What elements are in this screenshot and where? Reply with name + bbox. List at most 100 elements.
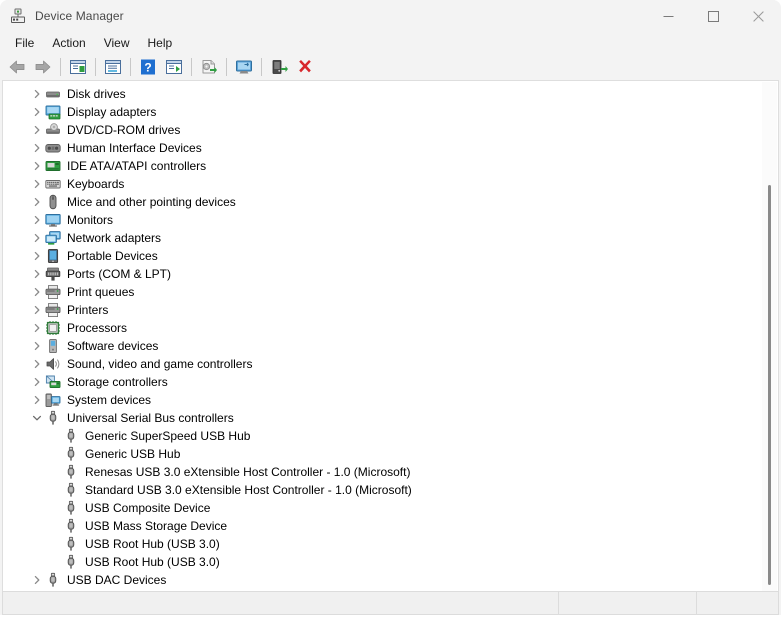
tree-item[interactable]: IDE ATA/ATAPI controllers [3,157,763,175]
minimize-button[interactable] [646,0,691,32]
tree-item[interactable]: Standard USB 3.0 eXtensible Host Control… [3,481,763,499]
tree-item[interactable]: USB Mass Storage Device [3,517,763,535]
tree-item-label: Printers [67,303,109,317]
tree-item-label: Generic SuperSpeed USB Hub [85,429,251,443]
tree-item[interactable]: USB DAC Devices [3,571,763,589]
tree-item[interactable]: Network adapters [3,229,763,247]
menu-file[interactable]: File [6,34,43,52]
disk-drive-icon [45,86,61,102]
tree-item-label: Network adapters [67,231,162,245]
tree-item[interactable]: System devices [3,391,763,409]
usb-icon [45,410,61,426]
tree-item[interactable]: Generic SuperSpeed USB Hub [3,427,763,445]
enable-device-button[interactable] [266,55,292,79]
close-button[interactable] [736,0,781,32]
keyboard-icon [45,176,61,192]
tree-item[interactable]: Display adapters [3,103,763,121]
chevron-right-icon[interactable] [29,301,45,319]
monitor-icon [45,212,61,228]
storage-controller-icon [45,374,61,390]
tree-item[interactable]: Universal Serial Bus controllers [3,409,763,427]
tree-item[interactable]: Monitors [3,211,763,229]
vertical-scrollbar[interactable] [762,82,777,591]
tree-item[interactable]: Human Interface Devices [3,139,763,157]
usb-icon [45,572,61,588]
svg-text:?: ? [144,60,151,74]
chevron-down-icon[interactable] [29,409,45,427]
chevron-right-icon[interactable] [29,175,45,193]
chevron-right-icon[interactable] [29,211,45,229]
tree-item[interactable]: Renesas USB 3.0 eXtensible Host Controll… [3,463,763,481]
dvd-drive-icon [45,122,61,138]
tree-item[interactable]: Ports (COM & LPT) [3,265,763,283]
show-hide-console-tree-button[interactable] [65,55,91,79]
tree-item[interactable]: Portable Devices [3,247,763,265]
update-driver-button[interactable] [196,55,222,79]
scan-for-hardware-changes-button[interactable] [231,55,257,79]
tree-item-label: Portable Devices [67,249,158,263]
back-button[interactable] [4,55,30,79]
portable-device-icon [45,248,61,264]
chevron-right-icon[interactable] [29,391,45,409]
chevron-right-icon[interactable] [29,265,45,283]
uninstall-device-button[interactable] [292,55,318,79]
tree-item[interactable]: Processors [3,319,763,337]
chevron-right-icon[interactable] [29,103,45,121]
toolbar-separator-6 [261,57,262,76]
properties-button[interactable] [100,55,126,79]
chevron-right-icon[interactable] [29,373,45,391]
display-adapter-icon [45,104,61,120]
tree-item[interactable]: USB Composite Device [3,499,763,517]
tree-item[interactable]: DVD/CD-ROM drives [3,121,763,139]
menu-view[interactable]: View [95,34,139,52]
tree-item-label: Software devices [67,339,159,353]
scrollbar-thumb[interactable] [768,185,771,585]
chevron-right-icon[interactable] [29,247,45,265]
show-hide-action-pane-button[interactable] [161,55,187,79]
device-tree-panel[interactable]: Disk drives Display adapters DVD/CD-ROM dr… [2,80,779,591]
help-button[interactable]: ? [135,55,161,79]
tree-item[interactable]: Keyboards [3,175,763,193]
tree-item[interactable]: Software devices [3,337,763,355]
chevron-right-icon[interactable] [29,229,45,247]
maximize-button[interactable] [691,0,736,32]
tree-item-label: DVD/CD-ROM drives [67,123,181,137]
printer-icon [45,302,61,318]
usb-icon [63,428,79,444]
tree-item-label: Processors [67,321,128,335]
forward-button[interactable] [30,55,56,79]
sound-device-icon [45,356,61,372]
tree-item[interactable]: USB Root Hub (USB 3.0) [3,535,763,553]
tree-item[interactable]: Print queues [3,283,763,301]
chevron-right-icon[interactable] [29,337,45,355]
tree-item[interactable]: Sound, video and game controllers [3,355,763,373]
tree-item-label: USB Composite Device [85,501,211,515]
chevron-right-icon[interactable] [29,85,45,103]
device-tree[interactable]: Disk drives Display adapters DVD/CD-ROM dr… [3,81,763,589]
tree-item[interactable]: Generic USB Hub [3,445,763,463]
chevron-right-icon[interactable] [29,193,45,211]
menu-action[interactable]: Action [43,34,94,52]
chevron-right-icon[interactable] [29,355,45,373]
tree-item[interactable]: Mice and other pointing devices [3,193,763,211]
chevron-right-icon[interactable] [29,157,45,175]
usb-icon [63,554,79,570]
chevron-right-icon[interactable] [29,139,45,157]
title-bar: Device Manager [0,0,781,32]
tree-item[interactable]: Disk drives [3,85,763,103]
menu-help[interactable]: Help [139,34,182,52]
tree-item[interactable]: USB Root Hub (USB 3.0) [3,553,763,571]
system-device-icon [45,392,61,408]
tree-item-label: Ports (COM & LPT) [67,267,172,281]
chevron-right-icon[interactable] [29,121,45,139]
tree-item[interactable]: Storage controllers [3,373,763,391]
toolbar-separator-5 [226,57,227,76]
chevron-right-icon[interactable] [29,283,45,301]
chevron-right-icon[interactable] [29,319,45,337]
toolbar-separator-3 [130,57,131,76]
chevron-right-icon[interactable] [29,571,45,589]
window-bottom-edge [0,615,781,620]
ide-controller-icon [45,158,61,174]
window-title: Device Manager [35,9,124,23]
tree-item[interactable]: Printers [3,301,763,319]
